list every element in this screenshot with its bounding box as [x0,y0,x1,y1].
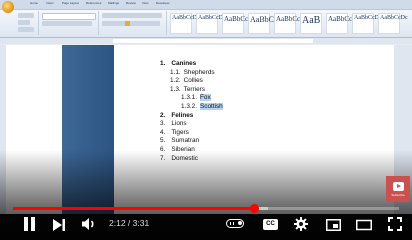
outline-item: 2. Felines [160,112,193,120]
outline-item-text: Tigers [171,128,189,136]
ribbon-tab: View [142,1,149,5]
gear-icon [294,217,308,231]
fullscreen-button[interactable] [388,217,402,231]
outline-item-text: Lions [171,120,187,128]
outline-item-text: Terriers [183,85,205,93]
outline-item: 5. Sumatran [160,137,199,145]
style-gallery-item[interactable]: AaB [300,13,322,34]
style-gallery-item[interactable]: AaBbCcDc [170,13,200,34]
volume-button[interactable] [81,217,99,231]
style-gallery-item[interactable]: AaBbCcDc [352,13,382,34]
outline-item-number: 1.3. [170,85,181,93]
outline-item-text: Shepherds [183,68,215,76]
fullscreen-icon [388,217,402,231]
ribbon-toolbar: AaBbCcDc AaBbCcDc AaBbCc AaBbC AaBbCc AaB AaBb… [0,10,412,38]
end-screen-card[interactable]: Subscribe [386,176,410,202]
autoplay-pause-icon [230,221,234,225]
outline-item: 3. Lions [160,120,187,128]
time-display: 2:12 / 3:31 [109,218,150,228]
settings-button[interactable] [294,217,308,231]
style-preview-text: AaBbCcDc [172,15,200,21]
autoplay-knob [238,221,242,225]
outline-item-text: Scottish [200,103,223,110]
style-gallery-item[interactable]: AaBbCc [326,13,353,34]
outline-item-text: Fox [200,94,211,102]
ribbon-tab: Home [30,1,39,5]
ribbon-tab: References [86,1,102,5]
outline-item-number: 1.3.1. [181,94,197,102]
subtitles-button[interactable]: CC [263,219,278,230]
font-group [40,11,99,35]
outline-item-number: 1.1. [170,68,181,76]
horizontal-ruler [0,38,412,44]
progress-scrubber-handle[interactable] [249,204,259,213]
outline-item: 1.1. Shepherds [170,69,215,77]
pause-icon [24,217,35,231]
autoplay-toggle[interactable] [226,219,244,228]
style-preview-text: AaBbCcDc [380,15,408,21]
pause-button[interactable] [22,217,37,231]
ribbon-tab-bar: Home Insert Page Layout References Maili… [0,0,412,10]
next-button[interactable] [52,218,66,231]
video-player[interactable]: Home Insert Page Layout References Maili… [0,0,412,240]
outline-item-text: Collies [183,77,203,85]
outline-item-number: 1.2. [170,77,181,85]
style-preview-text: AaBbCc [224,15,249,23]
miniplayer-button[interactable] [326,218,341,231]
youtube-logo-icon [393,182,404,191]
outline-item: 1. Canines [160,60,196,68]
miniplayer-icon [326,219,341,231]
style-gallery-item[interactable]: AaBbCc [274,13,301,34]
style-preview-text: AaBbCcDc [354,15,382,21]
clipboard-group [16,11,39,35]
paragraph-group [100,11,167,35]
end-screen-card-label: Subscribe [391,193,405,197]
office-logo-icon [2,1,14,13]
ribbon-tab: Review [126,1,136,5]
style-gallery-item[interactable]: AaBbCc [222,13,249,34]
ribbon-tab: Developer [156,1,170,5]
theater-mode-button[interactable] [356,218,372,231]
style-gallery-item[interactable]: AaBbCcDc [196,13,226,34]
style-gallery-item[interactable]: AaBbCcDc [378,13,408,34]
outline-item-number: 4. [160,128,166,136]
outline-item: 1.3.1. Fox [181,94,211,102]
outline-item-number: 2. [160,111,166,119]
outline-item-number: 3. [160,120,166,128]
progress-played [13,207,255,210]
skip-next-icon [53,219,65,231]
outline-item: 1.3.2. Scottish [181,103,223,111]
progress-bar[interactable] [13,204,399,213]
ribbon-tab: Mailings [108,1,120,5]
theater-mode-icon [356,219,372,231]
style-preview-text: AaBbCc [276,15,301,23]
outline-item-number: 1.3.2. [181,103,197,110]
ribbon-tab: Page Layout [62,1,79,5]
outline-item-text: Felines [171,111,194,119]
style-preview-text: AaB [302,15,321,26]
outline-item-text: Sumatran [171,137,200,145]
style-preview-text: AaBbCcDc [198,15,226,21]
outline-item: 1.3. Terriers [170,86,205,94]
style-gallery-item[interactable]: AaBbC [248,13,274,34]
ribbon-tab: Insert [46,1,54,5]
outline-item-text: Canines [171,60,197,67]
style-preview-text: AaBbCc [328,15,353,23]
outline-item: 1.2. Collies [170,77,203,85]
style-preview-text: AaBbC [250,15,274,24]
outline-item-number: 5. [160,137,166,145]
outline-item-number: 1. [160,60,166,67]
outline-item: 4. Tigers [160,129,189,137]
volume-icon [82,218,94,230]
